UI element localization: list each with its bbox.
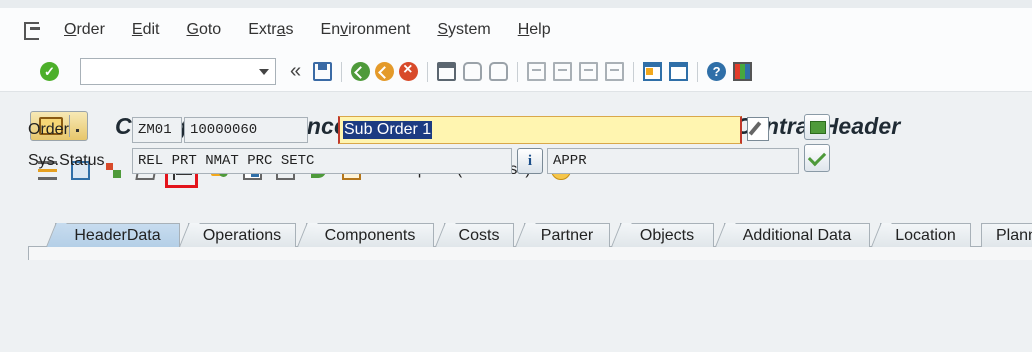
sys-status-label: Sys.Status	[28, 152, 105, 169]
toolbar-separator	[341, 61, 343, 82]
user-status-field: APPR	[547, 148, 799, 174]
menu-bar: Order Edit Goto Extras Environment Syste…	[0, 0, 1032, 52]
toolbar-separator	[517, 61, 519, 82]
tab-additional-data[interactable]: Additional Data	[724, 223, 870, 247]
enter-check-icon[interactable]: ✓	[40, 62, 59, 81]
menu-icon[interactable]	[24, 22, 42, 40]
order-row: Order ZM01 10000060	[28, 116, 308, 144]
tab-panel	[28, 247, 1032, 260]
toolbar-separator	[697, 61, 699, 82]
command-field[interactable]	[80, 58, 276, 85]
collapse-command-icon[interactable]: «	[290, 60, 301, 83]
back-icon[interactable]	[351, 62, 371, 81]
chevron-down-icon[interactable]	[259, 69, 269, 75]
sys-status-field: REL PRT NMAT PRC SETC	[132, 148, 512, 174]
previous-page-icon[interactable]	[553, 62, 573, 81]
tab-planning[interactable]: Planning	[981, 223, 1032, 247]
order-label: Order	[28, 121, 69, 138]
tab-strip: HeaderData Operations Components Costs P…	[0, 213, 1032, 260]
menu-order[interactable]: Order	[64, 21, 105, 39]
tab-partner[interactable]: Partner	[524, 223, 610, 247]
menu-edit[interactable]: Edit	[132, 21, 160, 39]
last-page-icon[interactable]	[605, 62, 625, 81]
next-page-icon[interactable]	[579, 62, 599, 81]
order-description-value: Sub Order 1	[343, 121, 433, 139]
status-info-button[interactable]: i	[517, 148, 543, 174]
new-session-icon[interactable]	[643, 62, 663, 81]
menu-help[interactable]: Help	[518, 21, 551, 39]
order-description-input[interactable]: Sub Order 1	[338, 116, 742, 144]
long-text-edit-icon[interactable]	[747, 117, 769, 141]
menu-goto[interactable]: Goto	[186, 21, 221, 39]
layout-menu-icon[interactable]	[733, 62, 753, 81]
save-icon[interactable]	[313, 62, 333, 81]
cancel-icon[interactable]	[399, 61, 419, 81]
status-check-icon[interactable]	[804, 144, 830, 172]
tab-components[interactable]: Components	[306, 223, 434, 247]
tab-location[interactable]: Location	[880, 223, 971, 247]
order-type-field: ZM01	[132, 117, 182, 143]
find-icon[interactable]	[463, 62, 483, 81]
menu-extras[interactable]: Extras	[248, 21, 293, 39]
find-next-icon[interactable]	[489, 62, 509, 81]
command-input[interactable]	[85, 59, 255, 83]
tab-objects[interactable]: Objects	[620, 223, 714, 247]
menu-environment[interactable]: Environment	[321, 21, 411, 39]
menu-system[interactable]: System	[437, 21, 490, 39]
display-object-icon[interactable]	[804, 114, 830, 140]
exit-icon[interactable]	[375, 62, 395, 81]
toolbar-separator	[633, 61, 635, 82]
first-page-icon[interactable]	[527, 62, 547, 81]
tab-costs[interactable]: Costs	[444, 223, 514, 247]
help-icon[interactable]: ?	[707, 62, 727, 81]
status-row: Sys.Status REL PRT NMAT PRC SETC	[28, 147, 512, 175]
print-icon[interactable]	[437, 62, 457, 81]
standard-toolbar: ✓ « ?	[0, 52, 1032, 92]
tab-operations[interactable]: Operations	[188, 223, 296, 247]
order-number-field: 10000060	[184, 117, 308, 143]
toolbar-separator	[427, 61, 429, 82]
shortcut-icon[interactable]	[669, 62, 689, 81]
tab-headerdata[interactable]: HeaderData	[55, 223, 180, 247]
